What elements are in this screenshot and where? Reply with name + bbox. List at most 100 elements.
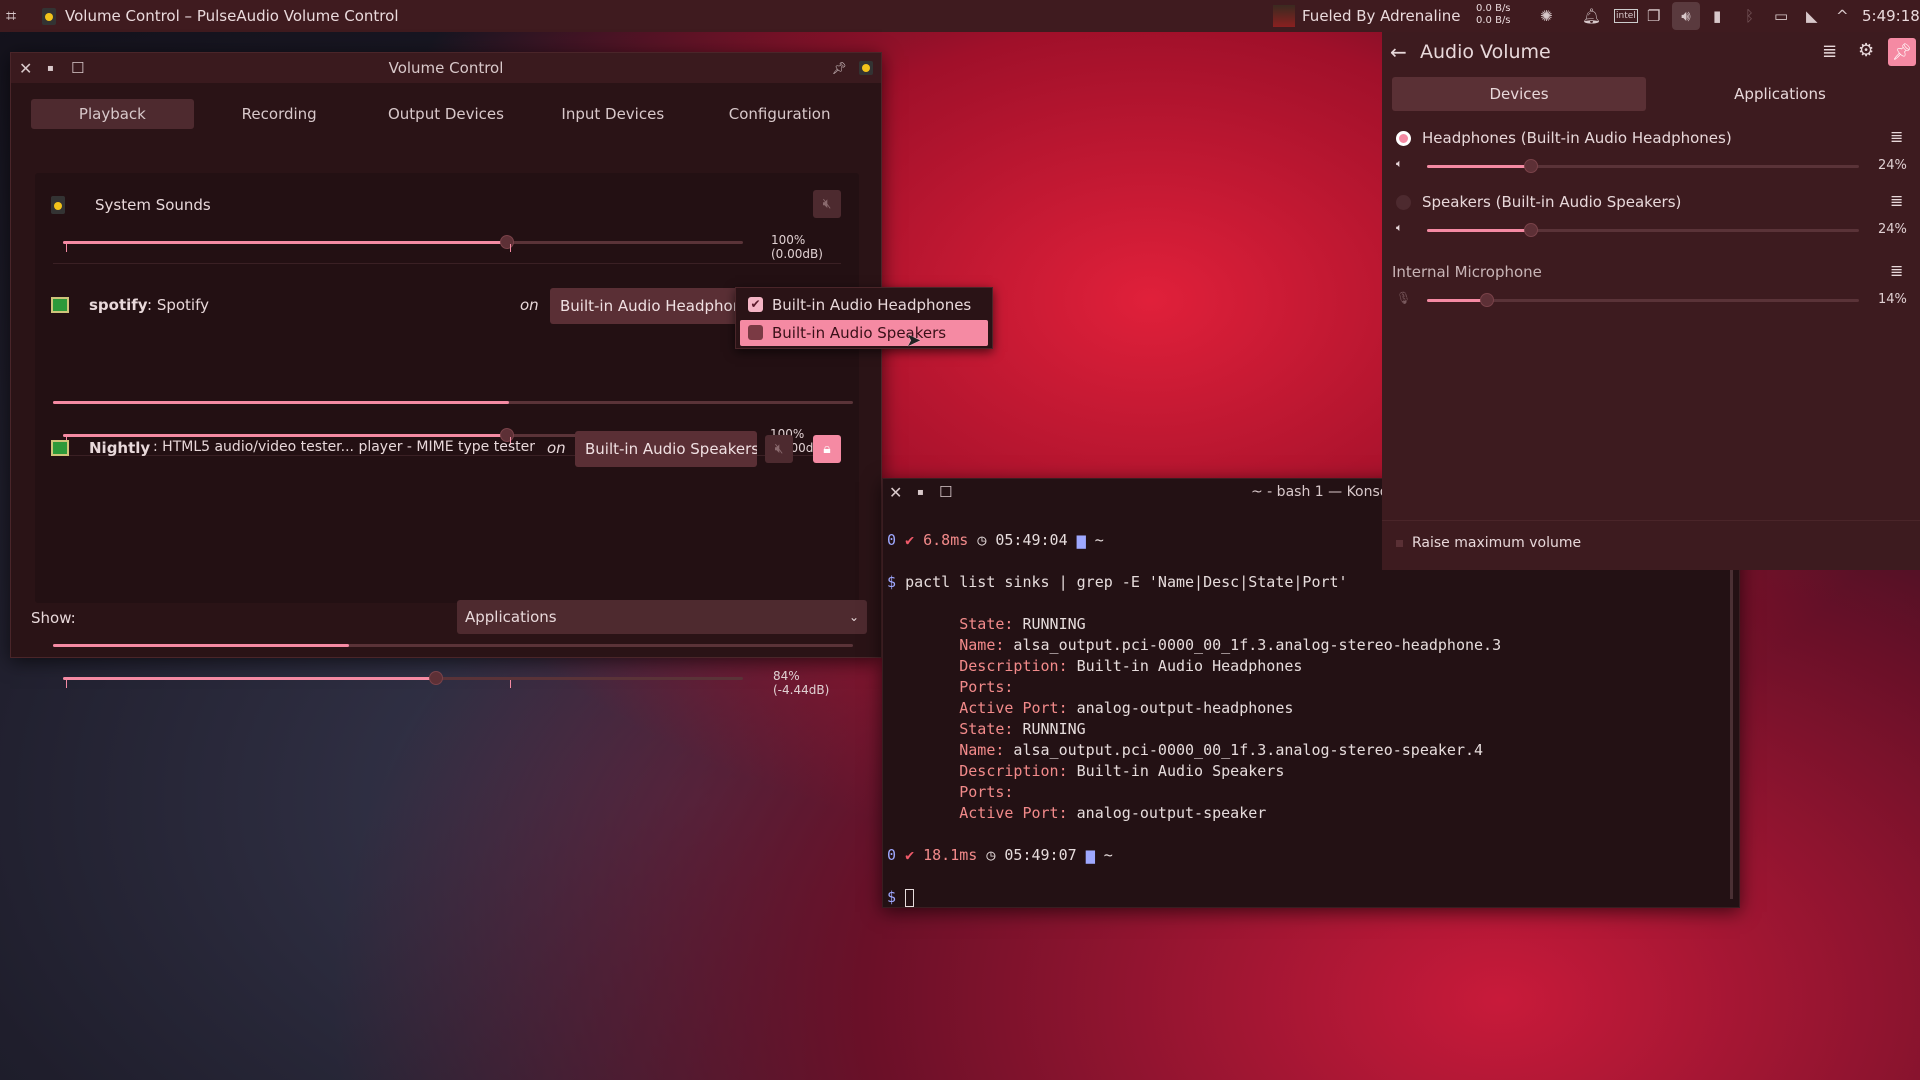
stream-name: Nightly [89,439,151,457]
mouse-cursor-icon: ➤ [906,330,922,351]
command: pactl list sinks | grep -E 'Name|Desc|St… [905,573,1348,591]
album-art [1273,5,1295,27]
tab-playback[interactable]: Playback [31,99,194,129]
slider-handle[interactable] [500,235,515,249]
pin-icon[interactable]: 📌︎ [832,61,847,75]
volume-slider[interactable] [1427,293,1859,307]
tab-input-devices[interactable]: Input Devices [531,99,694,129]
output-line: Ports: [887,677,1735,698]
volume-slider[interactable] [1427,159,1859,173]
output-key: Ports: [959,783,1014,801]
lock-channels-button[interactable]: 🔒︎ [813,435,841,463]
minimize-icon[interactable]: ▪ [47,63,54,74]
default-radio-checked[interactable] [1396,131,1411,146]
minimize-icon[interactable]: ▪ [917,487,924,498]
check-icon: ✔ [905,846,915,864]
audio-volume-popup: ← Audio Volume ≣ ⚙ 📌︎ Devices Applicatio… [1382,32,1920,570]
bell-icon[interactable]: 🔔︎ [1582,7,1601,25]
slider-tick [510,680,512,688]
tab-recording[interactable]: Recording [198,99,361,129]
prompt-time: 05:49:07 [1004,846,1077,864]
terminal-output[interactable]: 0 ✔ 6.8ms ◷ 05:49:04 ▆ ~ $ pactl list si… [883,505,1739,954]
back-arrow-icon[interactable]: ← [1390,40,1407,64]
output-key: Active Port: [959,804,1068,822]
display-icon[interactable]: ▭ [1774,7,1788,25]
slider-handle[interactable] [1480,293,1495,307]
output-line: Active Port: analog-output-speaker [887,803,1735,824]
active-window-title[interactable]: Volume Control – PulseAudio Volume Contr… [65,7,399,25]
close-icon[interactable]: ✕ [889,483,902,502]
hamburger-icon[interactable]: ≣ [1890,127,1903,146]
menu-item-speakers[interactable]: Built-in Audio Speakers [740,320,988,346]
mute-button[interactable]: 🔇︎ [813,190,841,218]
default-radio-unchecked[interactable] [1396,195,1411,210]
close-icon[interactable]: ✕ [19,59,32,78]
slider-handle[interactable] [429,671,444,685]
hamburger-icon[interactable]: ≣ [1890,261,1903,280]
settings-icon[interactable]: ⚙ [1858,40,1874,61]
intel-gpu-icon[interactable]: intel [1614,9,1638,23]
speaker-icon[interactable]: 🔈︎ [1396,221,1403,235]
slider-tick [510,244,512,252]
slider-fill [1427,165,1531,168]
menu-item-headphones[interactable]: ✔ Built-in Audio Headphones [740,292,988,318]
speaker-icon[interactable]: 🔈︎ [1396,157,1403,171]
hamburger-icon[interactable]: ≣ [1890,191,1903,210]
volume-slider[interactable] [63,671,743,688]
launcher-icon[interactable]: ⌗ [6,6,16,27]
divider [1382,520,1920,521]
tab-output-devices[interactable]: Output Devices [365,99,528,129]
volume-label: 100% (0.00dB) [771,233,823,261]
mute-button[interactable]: 🔇︎ [765,435,793,463]
peak-fill [53,401,509,404]
volume-slider[interactable] [63,235,743,252]
maximize-icon[interactable]: ☐ [939,483,952,501]
volume-icon[interactable]: 🔊︎ [1672,2,1700,30]
stream-app: : Spotify [147,296,209,314]
output-key: Description: [959,657,1068,675]
application-icon [51,297,69,313]
output-key: Name: [959,636,1005,654]
net-up: 0.0 B/s [1476,3,1511,14]
tab-devices[interactable]: Devices [1392,77,1646,111]
tab-configuration[interactable]: Configuration [698,99,861,129]
raise-max-label[interactable]: Raise maximum volume [1412,535,1581,551]
expand-arrow-icon[interactable]: ^ [1836,7,1849,25]
microphone-icon[interactable]: 🎙︎ [1396,291,1411,305]
stream-app: : HTML5 audio/video tester... player - M… [153,439,535,455]
show-select[interactable]: Applications ⌄ [457,600,867,634]
title-bar[interactable]: ✕ ▪ ☐ Volume Control 📌︎ [11,53,881,83]
volume-label: 14% [1878,292,1907,307]
exit-status: 0 [887,846,897,864]
wifi-icon[interactable]: ◣ [1806,7,1818,25]
top-panel: ⌗ Volume Control – PulseAudio Volume Con… [0,0,1920,32]
checkbox-checked-icon: ✔ [748,297,763,312]
check-icon: ✔ [905,531,915,549]
chevron-down-icon: ⌄ [848,610,859,624]
slider-handle[interactable] [1523,223,1538,237]
output-key: Description: [959,762,1068,780]
slider-handle[interactable] [1523,159,1538,173]
brightness-icon[interactable]: ✺ [1540,7,1553,25]
clipboard-icon[interactable]: ❐ [1647,7,1660,25]
prompt-line: 0 ✔ 18.1ms ◷ 05:49:07 ▆ ~ [887,845,1735,866]
battery-icon[interactable]: ▮ [1713,7,1721,25]
on-label: on [547,439,566,457]
tab-applications[interactable]: Applications [1650,77,1910,111]
volume-label: 24% [1878,222,1907,237]
menu-icon[interactable]: ≣ [1822,41,1837,62]
output-line: Name: alsa_output.pci-0000_00_1f.3.analo… [887,740,1735,761]
output-value: alsa_output.pci-0000_00_1f.3.analog-ster… [1004,741,1484,759]
slider-tick [66,680,67,688]
bluetooth-icon[interactable]: ᛒ [1745,7,1754,25]
output-device-button[interactable]: Built-in Audio Speakers [575,431,757,467]
pin-icon[interactable]: 📌︎ [1888,38,1916,66]
raise-max-checkbox[interactable] [1396,540,1403,547]
peak-meter [53,644,853,647]
output-device-button[interactable]: Built-in Audio Headphones [550,288,754,324]
clock[interactable]: 5:49:18 [1862,7,1920,25]
media-title[interactable]: Fueled By Adrenaline [1302,7,1461,25]
volume-slider[interactable] [1427,223,1859,237]
maximize-icon[interactable]: ☐ [71,59,84,77]
show-select-value: Applications [465,608,557,626]
